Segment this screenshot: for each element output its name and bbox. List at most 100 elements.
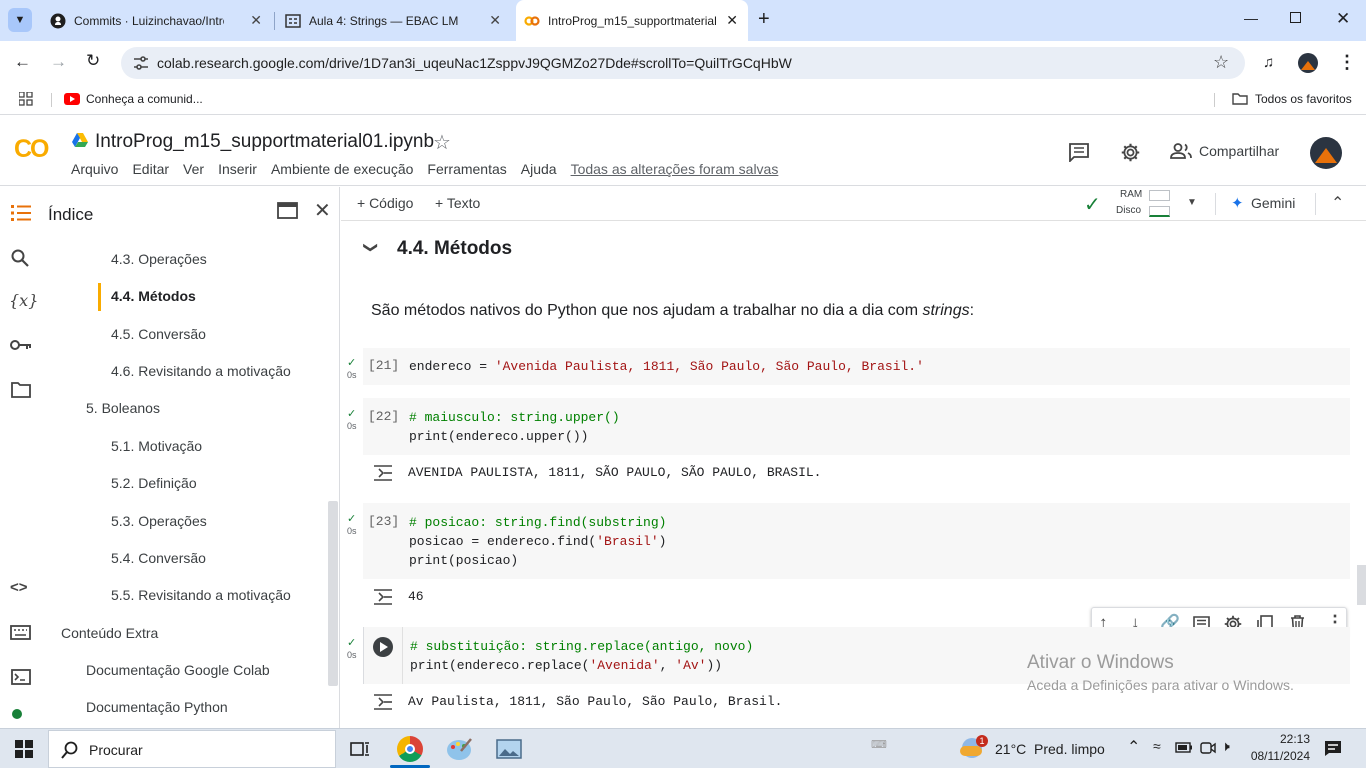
code-cell[interactable]: [21] endereco = 'Avenida Paulista, 1811,… xyxy=(363,348,1350,385)
profile-avatar[interactable] xyxy=(1298,53,1318,73)
terminal-icon[interactable] xyxy=(11,669,31,685)
toc-item[interactable]: 5.4. Conversão xyxy=(111,550,206,566)
toc-item[interactable]: 4.5. Conversão xyxy=(111,326,206,342)
toc-item[interactable]: 5. Boleanos xyxy=(86,400,160,416)
volume-icon[interactable]: 🕨 xyxy=(1221,738,1230,755)
star-icon[interactable]: ☆ xyxy=(433,130,451,155)
settings-gear-icon[interactable] xyxy=(1120,142,1141,163)
code-snippets-icon[interactable]: <> xyxy=(10,579,28,596)
menu-runtime[interactable]: Ambiente de execução xyxy=(271,161,413,177)
all-bookmarks-button[interactable]: Todos os favoritos xyxy=(1232,92,1352,106)
cell-exec-time: 0s xyxy=(347,526,357,536)
variables-icon[interactable]: {x} xyxy=(9,291,38,310)
close-icon[interactable]: ✕ xyxy=(726,12,738,29)
add-text-button[interactable]: + Texto xyxy=(435,195,480,211)
share-button[interactable]: Compartilhar xyxy=(1170,143,1279,159)
bookmark-youtube[interactable]: Conheça a comunid... xyxy=(64,92,203,106)
toc-item[interactable]: 5.1. Motivação xyxy=(111,438,202,454)
windows-start-icon[interactable] xyxy=(15,740,33,758)
notebook-filename[interactable]: IntroProg_m15_supportmaterial01.ipynb xyxy=(95,131,434,153)
new-tab-button[interactable]: + xyxy=(758,8,770,31)
run-cell-button[interactable] xyxy=(373,637,393,657)
files-folder-icon[interactable] xyxy=(11,382,31,398)
window-close-button[interactable]: ✕ xyxy=(1336,9,1350,29)
address-bar[interactable]: colab.research.google.com/drive/1D7an3i_… xyxy=(121,47,1245,79)
back-arrow-icon[interactable]: ← xyxy=(14,52,31,72)
toc-item[interactable]: Documentação Google Colab xyxy=(86,662,270,678)
meet-now-icon[interactable] xyxy=(1200,740,1216,756)
media-controls-icon[interactable]: ♫ xyxy=(1263,54,1274,71)
toc-scrollbar-thumb[interactable] xyxy=(328,501,338,686)
notebook-scrollbar-thumb[interactable] xyxy=(1357,565,1366,605)
code-cell[interactable]: [23] # posicao: string.find(substring) p… xyxy=(363,503,1350,579)
wifi-icon[interactable]: ≈ xyxy=(1153,738,1161,754)
search-icon[interactable] xyxy=(11,249,29,267)
resource-monitor[interactable]: RAM Disco xyxy=(1116,189,1176,219)
chrome-taskbar-icon[interactable] xyxy=(397,736,423,762)
command-palette-icon[interactable] xyxy=(10,625,31,640)
task-view-icon[interactable] xyxy=(350,740,370,758)
keyboard-icon[interactable]: ⌨ xyxy=(871,738,887,751)
account-avatar[interactable] xyxy=(1310,137,1342,169)
collapse-header-icon[interactable]: ⌃ xyxy=(1331,193,1344,213)
windows-taskbar: Procurar ⌨ 1 21°C Pred. limpo ⌃ ≈ 🕨 22:1… xyxy=(0,728,1366,768)
tab-ebac-lms[interactable]: Aula 4: Strings — EBAC LMS ✕ xyxy=(277,0,511,41)
runtime-status-dot[interactable] xyxy=(12,709,22,719)
runtime-dropdown-icon[interactable]: ▼ xyxy=(1187,197,1197,208)
toc-item[interactable]: 5.5. Revisitando a motivação xyxy=(111,587,291,603)
menu-tools[interactable]: Ferramentas xyxy=(427,161,506,177)
battery-icon[interactable] xyxy=(1175,742,1193,753)
close-icon[interactable]: ✕ xyxy=(489,12,501,29)
menu-view[interactable]: Ver xyxy=(183,161,204,177)
paint-taskbar-icon[interactable] xyxy=(446,737,472,761)
menu-file[interactable]: Arquivo xyxy=(71,161,118,177)
section-collapse-chevron-icon[interactable]: ❯ xyxy=(362,242,379,254)
code-line[interactable]: # posicao: string.find(substring) posica… xyxy=(409,513,666,570)
add-code-button[interactable]: + Código xyxy=(357,195,413,211)
code-cell-focused[interactable]: # substituição: string.replace(antigo, n… xyxy=(363,627,1350,684)
clock[interactable]: 22:13 08/11/2024 xyxy=(1244,732,1310,763)
restore-button[interactable] xyxy=(1290,12,1301,23)
site-settings-icon[interactable] xyxy=(133,56,149,70)
photos-taskbar-icon[interactable] xyxy=(496,737,522,761)
toc-item[interactable]: 4.6. Revisitando a motivação xyxy=(111,363,291,379)
weather-widget[interactable]: 1 21°C Pred. limpo xyxy=(960,735,1112,763)
colab-logo[interactable]: CO xyxy=(14,135,49,164)
forward-arrow-icon[interactable]: → xyxy=(50,52,67,72)
output-toggle-icon[interactable] xyxy=(373,693,393,711)
menu-edit[interactable]: Editar xyxy=(132,161,169,177)
toc-item[interactable]: 5.2. Definição xyxy=(111,475,197,491)
table-of-contents-icon[interactable] xyxy=(11,205,31,221)
open-in-tab-icon[interactable] xyxy=(277,202,298,219)
minimize-button[interactable]: — xyxy=(1244,10,1258,26)
menu-help[interactable]: Ajuda xyxy=(521,161,557,177)
gemini-button[interactable]: Gemini xyxy=(1251,195,1295,211)
reload-icon[interactable]: ↻ xyxy=(86,51,100,71)
toc-item[interactable]: 4.3. Operações xyxy=(111,251,207,267)
comments-icon[interactable] xyxy=(1069,143,1089,162)
toc-item-active[interactable]: 4.4. Métodos xyxy=(111,288,196,304)
secrets-key-icon[interactable] xyxy=(10,339,32,351)
output-toggle-icon[interactable] xyxy=(373,588,393,606)
close-icon[interactable]: ✕ xyxy=(250,12,262,29)
browser-menu-icon[interactable]: ⋮ xyxy=(1338,52,1356,73)
taskbar-search-box[interactable]: Procurar xyxy=(48,730,336,768)
tab-github-commits[interactable]: Commits · Luizinchavao/Introdu ✕ xyxy=(42,0,272,41)
toc-item[interactable]: Documentação Python xyxy=(86,699,228,715)
tab-search-button[interactable]: ▼ xyxy=(8,8,32,32)
code-line[interactable]: # maiusculo: string.upper() print(endere… xyxy=(409,408,620,446)
output-toggle-icon[interactable] xyxy=(373,464,393,482)
toc-item[interactable]: 5.3. Operações xyxy=(111,513,207,529)
menu-insert[interactable]: Inserir xyxy=(218,161,257,177)
code-line[interactable]: endereco = 'Avenida Paulista, 1811, São … xyxy=(409,357,924,376)
bookmark-star-icon[interactable]: ☆ xyxy=(1213,52,1229,73)
saved-status[interactable]: Todas as alterações foram salvas xyxy=(571,161,779,177)
tray-overflow-chevron-icon[interactable]: ⌃ xyxy=(1127,737,1140,757)
close-panel-icon[interactable]: ✕ xyxy=(314,198,331,223)
code-cell[interactable]: [22] # maiusculo: string.upper() print(e… xyxy=(363,398,1350,455)
toc-item[interactable]: Conteúdo Extra xyxy=(61,625,158,641)
tab-colab-notebook[interactable]: IntroProg_m15_supportmaterial ✕ xyxy=(516,0,748,41)
code-line[interactable]: # substituição: string.replace(antigo, n… xyxy=(410,637,753,675)
notifications-icon[interactable] xyxy=(1324,740,1342,757)
apps-grid-icon[interactable] xyxy=(19,92,33,106)
